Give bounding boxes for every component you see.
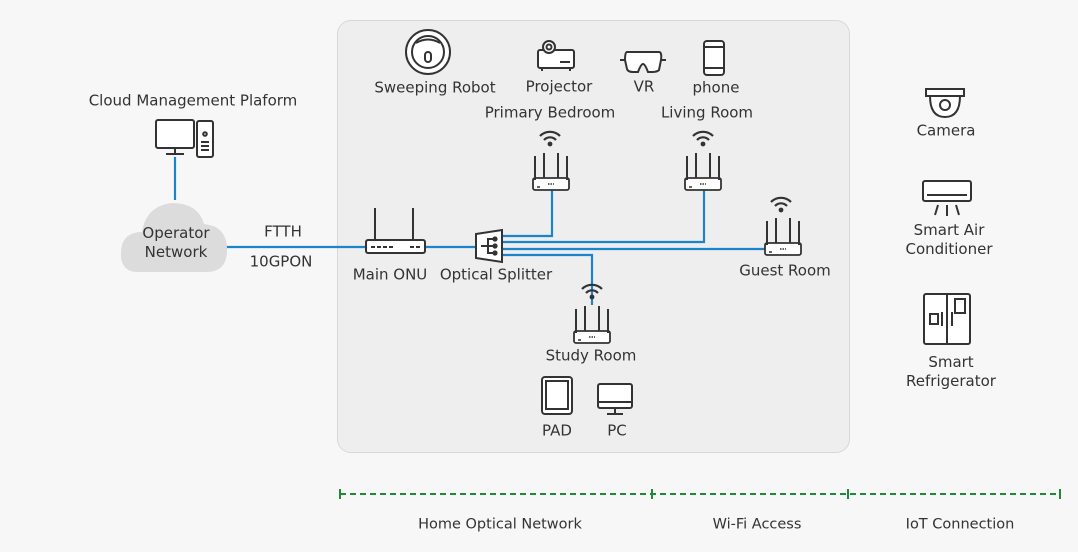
projector-icon xyxy=(537,40,575,71)
cloud-management-label: Cloud Management Plaform xyxy=(88,91,298,110)
air-conditioner-line2: Conditioner xyxy=(905,240,993,258)
computer-icon xyxy=(155,119,214,158)
phone-icon xyxy=(703,40,725,76)
ftth-label: FTTH xyxy=(264,222,302,241)
study-room-label: Study Room xyxy=(545,346,637,365)
robot-icon xyxy=(405,29,451,75)
phone-label: phone xyxy=(692,78,740,97)
living-room-label: Living Room xyxy=(660,103,754,122)
camera-label: Camera xyxy=(916,121,976,140)
refrigerator-label: Smart Refrigerator xyxy=(906,353,996,391)
pc-label: PC xyxy=(607,421,627,440)
camera-icon xyxy=(925,88,965,119)
refrigerator-line2: Refrigerator xyxy=(906,372,996,390)
operator-network-line1: Operator xyxy=(142,224,210,242)
vr-label: VR xyxy=(633,77,655,96)
line-primary-bedroom xyxy=(503,190,554,238)
operator-network-label: Operator Network xyxy=(142,224,209,262)
sweeping-robot-label: Sweeping Robot xyxy=(374,78,496,97)
pc-icon xyxy=(597,383,633,415)
router-icon-living-room xyxy=(684,152,722,191)
section-divider xyxy=(339,489,1061,499)
section-iot-connection: IoT Connection xyxy=(905,516,1015,533)
main-onu-label: Main ONU xyxy=(352,265,428,284)
section-home-optical-network: Home Optical Network xyxy=(418,516,582,533)
gpon-label: 10GPON xyxy=(249,252,313,271)
operator-network-line2: Network xyxy=(144,243,208,261)
section-wifi-access: Wi-Fi Access xyxy=(712,516,802,533)
primary-bedroom-label: Primary Bedroom xyxy=(484,103,616,122)
line-living-room xyxy=(503,190,706,244)
pad-label: PAD xyxy=(542,421,572,440)
wifi-icon xyxy=(769,196,793,214)
wifi-icon xyxy=(691,130,715,148)
router-icon-study-room xyxy=(573,305,611,344)
air-conditioner-line1: Smart Air xyxy=(913,221,985,239)
router-icon-guest-room xyxy=(764,217,802,256)
wifi-icon xyxy=(538,130,562,148)
refrigerator-icon xyxy=(923,293,971,345)
onu-icon xyxy=(365,208,426,254)
vr-headset-icon xyxy=(620,51,666,73)
guest-room-label: Guest Room xyxy=(739,261,831,280)
splitter-icon xyxy=(475,228,503,264)
router-icon-primary-bedroom xyxy=(532,152,570,191)
air-conditioner-label: Smart Air Conditioner xyxy=(906,221,993,259)
tablet-icon xyxy=(541,376,573,415)
optical-splitter-label: Optical Splitter xyxy=(439,265,553,284)
projector-label: Projector xyxy=(525,77,593,96)
air-conditioner-icon xyxy=(922,180,972,216)
refrigerator-line1: Smart xyxy=(928,353,974,371)
